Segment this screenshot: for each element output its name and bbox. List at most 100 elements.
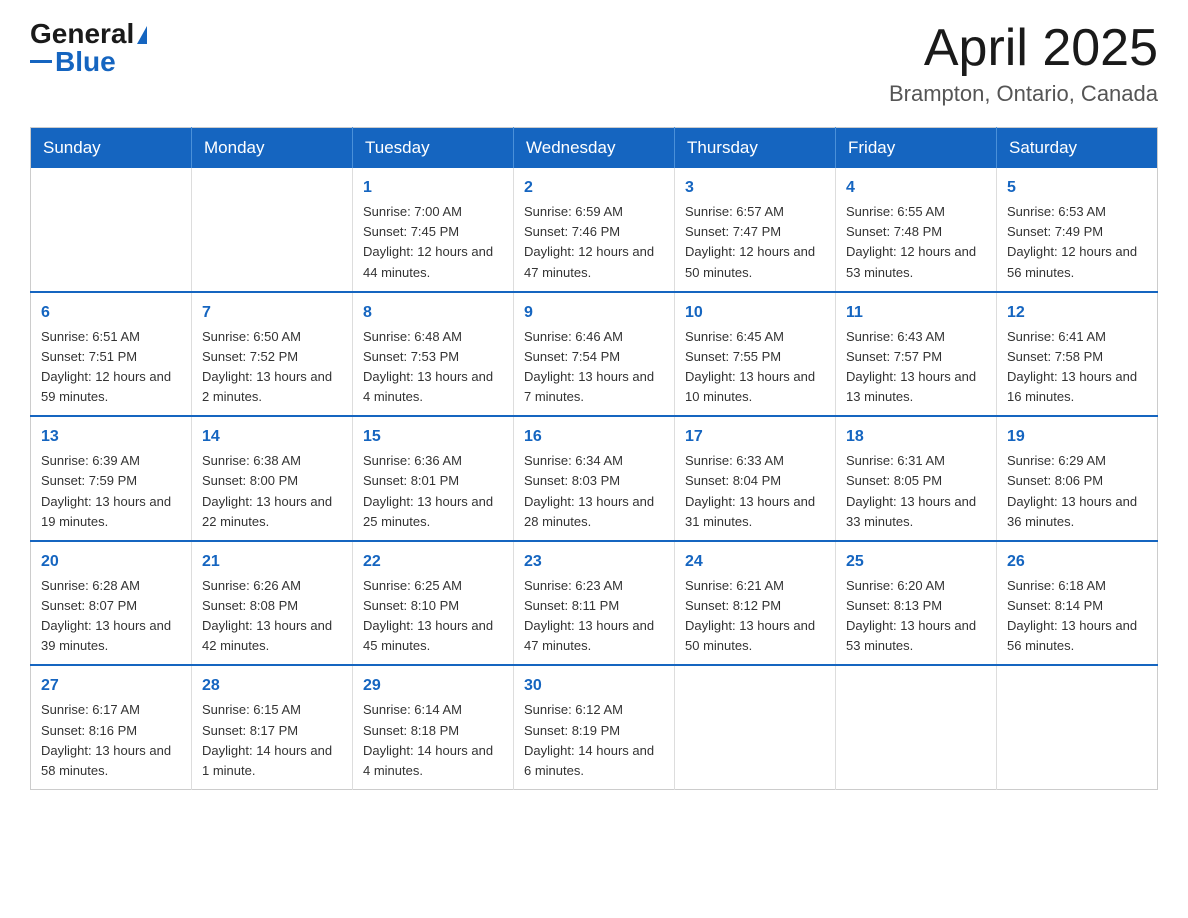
day-number: 1	[363, 176, 503, 200]
day-number: 11	[846, 301, 986, 325]
day-info: Sunrise: 6:21 AM Sunset: 8:12 PM Dayligh…	[685, 576, 825, 657]
day-info: Sunrise: 6:29 AM Sunset: 8:06 PM Dayligh…	[1007, 451, 1147, 532]
calendar-cell	[675, 665, 836, 789]
day-info: Sunrise: 6:46 AM Sunset: 7:54 PM Dayligh…	[524, 327, 664, 408]
day-number: 2	[524, 176, 664, 200]
day-info: Sunrise: 6:28 AM Sunset: 8:07 PM Dayligh…	[41, 576, 181, 657]
calendar-cell: 9Sunrise: 6:46 AM Sunset: 7:54 PM Daylig…	[514, 292, 675, 417]
day-number: 17	[685, 425, 825, 449]
day-number: 24	[685, 550, 825, 574]
day-info: Sunrise: 6:48 AM Sunset: 7:53 PM Dayligh…	[363, 327, 503, 408]
day-number: 15	[363, 425, 503, 449]
day-info: Sunrise: 6:55 AM Sunset: 7:48 PM Dayligh…	[846, 202, 986, 283]
calendar-cell: 16Sunrise: 6:34 AM Sunset: 8:03 PM Dayli…	[514, 416, 675, 541]
calendar-week-row: 20Sunrise: 6:28 AM Sunset: 8:07 PM Dayli…	[31, 541, 1158, 666]
day-info: Sunrise: 6:53 AM Sunset: 7:49 PM Dayligh…	[1007, 202, 1147, 283]
day-number: 30	[524, 674, 664, 698]
day-number: 9	[524, 301, 664, 325]
day-number: 26	[1007, 550, 1147, 574]
calendar-cell: 25Sunrise: 6:20 AM Sunset: 8:13 PM Dayli…	[836, 541, 997, 666]
calendar-cell: 17Sunrise: 6:33 AM Sunset: 8:04 PM Dayli…	[675, 416, 836, 541]
calendar-cell: 15Sunrise: 6:36 AM Sunset: 8:01 PM Dayli…	[353, 416, 514, 541]
day-number: 25	[846, 550, 986, 574]
calendar-cell: 18Sunrise: 6:31 AM Sunset: 8:05 PM Dayli…	[836, 416, 997, 541]
title-section: April 2025 Brampton, Ontario, Canada	[889, 20, 1158, 107]
calendar-cell: 14Sunrise: 6:38 AM Sunset: 8:00 PM Dayli…	[192, 416, 353, 541]
calendar-cell: 12Sunrise: 6:41 AM Sunset: 7:58 PM Dayli…	[997, 292, 1158, 417]
day-info: Sunrise: 6:43 AM Sunset: 7:57 PM Dayligh…	[846, 327, 986, 408]
calendar-cell: 2Sunrise: 6:59 AM Sunset: 7:46 PM Daylig…	[514, 168, 675, 292]
day-number: 6	[41, 301, 181, 325]
calendar-cell	[997, 665, 1158, 789]
day-number: 14	[202, 425, 342, 449]
day-number: 8	[363, 301, 503, 325]
calendar-cell: 21Sunrise: 6:26 AM Sunset: 8:08 PM Dayli…	[192, 541, 353, 666]
day-info: Sunrise: 6:25 AM Sunset: 8:10 PM Dayligh…	[363, 576, 503, 657]
day-info: Sunrise: 6:18 AM Sunset: 8:14 PM Dayligh…	[1007, 576, 1147, 657]
calendar-table: SundayMondayTuesdayWednesdayThursdayFrid…	[30, 127, 1158, 790]
logo: General Blue	[30, 20, 147, 76]
day-info: Sunrise: 6:51 AM Sunset: 7:51 PM Dayligh…	[41, 327, 181, 408]
calendar-cell: 1Sunrise: 7:00 AM Sunset: 7:45 PM Daylig…	[353, 168, 514, 292]
calendar-cell: 7Sunrise: 6:50 AM Sunset: 7:52 PM Daylig…	[192, 292, 353, 417]
day-number: 19	[1007, 425, 1147, 449]
calendar-cell: 20Sunrise: 6:28 AM Sunset: 8:07 PM Dayli…	[31, 541, 192, 666]
day-number: 29	[363, 674, 503, 698]
day-info: Sunrise: 6:57 AM Sunset: 7:47 PM Dayligh…	[685, 202, 825, 283]
day-number: 27	[41, 674, 181, 698]
day-number: 23	[524, 550, 664, 574]
day-info: Sunrise: 6:38 AM Sunset: 8:00 PM Dayligh…	[202, 451, 342, 532]
day-number: 10	[685, 301, 825, 325]
day-info: Sunrise: 6:41 AM Sunset: 7:58 PM Dayligh…	[1007, 327, 1147, 408]
calendar-week-row: 27Sunrise: 6:17 AM Sunset: 8:16 PM Dayli…	[31, 665, 1158, 789]
calendar-week-row: 13Sunrise: 6:39 AM Sunset: 7:59 PM Dayli…	[31, 416, 1158, 541]
calendar-cell: 5Sunrise: 6:53 AM Sunset: 7:49 PM Daylig…	[997, 168, 1158, 292]
day-info: Sunrise: 6:14 AM Sunset: 8:18 PM Dayligh…	[363, 700, 503, 781]
day-number: 12	[1007, 301, 1147, 325]
day-info: Sunrise: 6:20 AM Sunset: 8:13 PM Dayligh…	[846, 576, 986, 657]
day-info: Sunrise: 6:33 AM Sunset: 8:04 PM Dayligh…	[685, 451, 825, 532]
day-info: Sunrise: 6:45 AM Sunset: 7:55 PM Dayligh…	[685, 327, 825, 408]
calendar-cell: 10Sunrise: 6:45 AM Sunset: 7:55 PM Dayli…	[675, 292, 836, 417]
weekday-header-monday: Monday	[192, 128, 353, 169]
logo-general-text: General	[30, 20, 134, 48]
calendar-cell: 19Sunrise: 6:29 AM Sunset: 8:06 PM Dayli…	[997, 416, 1158, 541]
calendar-cell	[192, 168, 353, 292]
location-text: Brampton, Ontario, Canada	[889, 81, 1158, 107]
weekday-header-wednesday: Wednesday	[514, 128, 675, 169]
calendar-week-row: 1Sunrise: 7:00 AM Sunset: 7:45 PM Daylig…	[31, 168, 1158, 292]
day-info: Sunrise: 6:34 AM Sunset: 8:03 PM Dayligh…	[524, 451, 664, 532]
day-info: Sunrise: 6:26 AM Sunset: 8:08 PM Dayligh…	[202, 576, 342, 657]
calendar-cell: 29Sunrise: 6:14 AM Sunset: 8:18 PM Dayli…	[353, 665, 514, 789]
page-header: General Blue April 2025 Brampton, Ontari…	[30, 20, 1158, 107]
logo-blue-text: Blue	[55, 48, 116, 76]
weekday-header-row: SundayMondayTuesdayWednesdayThursdayFrid…	[31, 128, 1158, 169]
logo-triangle-icon	[137, 26, 147, 44]
day-number: 16	[524, 425, 664, 449]
calendar-cell: 11Sunrise: 6:43 AM Sunset: 7:57 PM Dayli…	[836, 292, 997, 417]
day-number: 5	[1007, 176, 1147, 200]
calendar-week-row: 6Sunrise: 6:51 AM Sunset: 7:51 PM Daylig…	[31, 292, 1158, 417]
calendar-cell	[836, 665, 997, 789]
calendar-cell: 6Sunrise: 6:51 AM Sunset: 7:51 PM Daylig…	[31, 292, 192, 417]
day-number: 28	[202, 674, 342, 698]
day-info: Sunrise: 6:15 AM Sunset: 8:17 PM Dayligh…	[202, 700, 342, 781]
calendar-cell: 3Sunrise: 6:57 AM Sunset: 7:47 PM Daylig…	[675, 168, 836, 292]
day-number: 7	[202, 301, 342, 325]
day-number: 3	[685, 176, 825, 200]
calendar-cell: 26Sunrise: 6:18 AM Sunset: 8:14 PM Dayli…	[997, 541, 1158, 666]
day-info: Sunrise: 6:31 AM Sunset: 8:05 PM Dayligh…	[846, 451, 986, 532]
day-info: Sunrise: 6:17 AM Sunset: 8:16 PM Dayligh…	[41, 700, 181, 781]
weekday-header-thursday: Thursday	[675, 128, 836, 169]
calendar-cell: 8Sunrise: 6:48 AM Sunset: 7:53 PM Daylig…	[353, 292, 514, 417]
day-info: Sunrise: 6:50 AM Sunset: 7:52 PM Dayligh…	[202, 327, 342, 408]
day-info: Sunrise: 6:59 AM Sunset: 7:46 PM Dayligh…	[524, 202, 664, 283]
day-info: Sunrise: 7:00 AM Sunset: 7:45 PM Dayligh…	[363, 202, 503, 283]
weekday-header-friday: Friday	[836, 128, 997, 169]
month-title: April 2025	[889, 20, 1158, 77]
calendar-cell: 27Sunrise: 6:17 AM Sunset: 8:16 PM Dayli…	[31, 665, 192, 789]
day-info: Sunrise: 6:36 AM Sunset: 8:01 PM Dayligh…	[363, 451, 503, 532]
calendar-cell: 4Sunrise: 6:55 AM Sunset: 7:48 PM Daylig…	[836, 168, 997, 292]
calendar-cell: 30Sunrise: 6:12 AM Sunset: 8:19 PM Dayli…	[514, 665, 675, 789]
calendar-cell: 28Sunrise: 6:15 AM Sunset: 8:17 PM Dayli…	[192, 665, 353, 789]
